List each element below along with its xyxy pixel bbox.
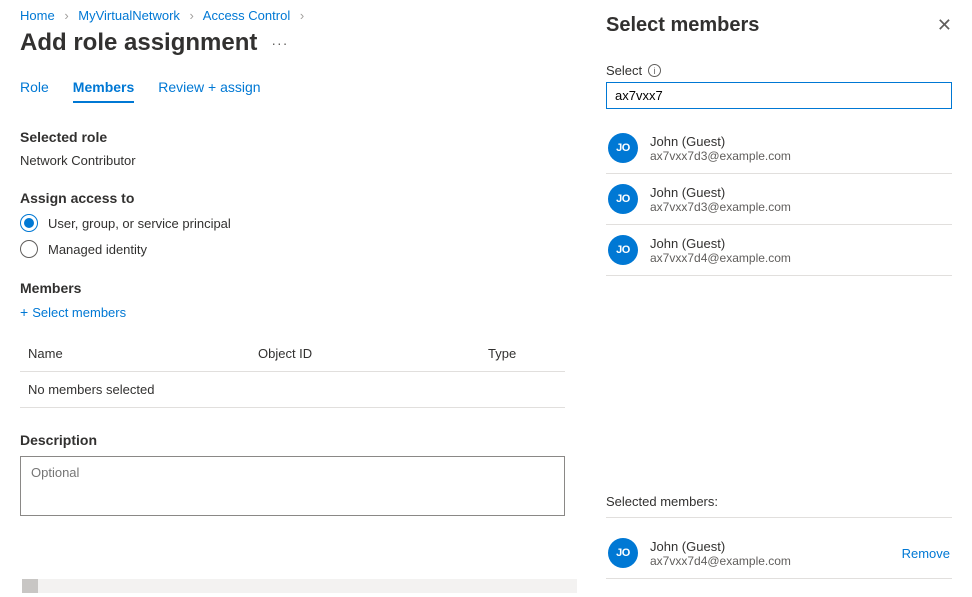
close-icon[interactable]: ✕	[937, 15, 952, 36]
panel-title: Select members	[606, 14, 759, 37]
remove-member-link[interactable]: Remove	[902, 546, 950, 561]
select-field-label: Select i	[606, 63, 952, 78]
page-title: Add role assignment	[20, 29, 257, 57]
tab-members[interactable]: Members	[73, 79, 134, 103]
tab-role[interactable]: Role	[20, 79, 49, 103]
result-name: John (Guest)	[650, 134, 791, 149]
selected-role-value: Network Contributor	[20, 153, 565, 168]
result-email: ax7vxx7d3@example.com	[650, 200, 791, 214]
tab-review[interactable]: Review + assign	[158, 79, 260, 103]
result-item[interactable]: JO John (Guest) ax7vxx7d3@example.com	[606, 174, 952, 225]
selected-member-row: JO John (Guest) ax7vxx7d4@example.com Re…	[606, 528, 952, 579]
radio-managed-identity[interactable]: Managed identity	[20, 240, 565, 258]
members-label: Members	[20, 280, 565, 296]
search-results: JO John (Guest) ax7vxx7d3@example.com JO…	[606, 123, 952, 276]
tabs: Role Members Review + assign	[20, 79, 565, 103]
chevron-right-icon: ›	[190, 8, 194, 23]
more-actions-icon[interactable]: ···	[271, 35, 288, 51]
plus-icon: +	[20, 304, 28, 320]
result-item[interactable]: JO John (Guest) ax7vxx7d4@example.com	[606, 225, 952, 276]
avatar: JO	[608, 235, 638, 265]
result-name: John (Guest)	[650, 185, 791, 200]
select-members-link[interactable]: + Select members	[20, 304, 126, 320]
radio-label: User, group, or service principal	[48, 216, 231, 231]
description-label: Description	[20, 432, 565, 448]
avatar: JO	[608, 184, 638, 214]
description-input[interactable]	[20, 456, 565, 516]
assign-access-label: Assign access to	[20, 190, 565, 206]
horizontal-scrollbar[interactable]	[22, 579, 577, 593]
selected-members-label: Selected members:	[606, 494, 952, 518]
breadcrumb-home[interactable]: Home	[20, 8, 55, 23]
member-search-input[interactable]	[606, 82, 952, 109]
scrollbar-thumb[interactable]	[22, 579, 38, 593]
breadcrumb-access-control[interactable]: Access Control	[203, 8, 290, 23]
selected-email: ax7vxx7d4@example.com	[650, 554, 902, 568]
select-members-panel: Select members ✕ Select i JO John (Guest…	[582, 0, 972, 597]
members-table-header: Name Object ID Type	[20, 338, 565, 372]
selected-role-label: Selected role	[20, 129, 565, 145]
avatar: JO	[608, 538, 638, 568]
breadcrumb: Home › MyVirtualNetwork › Access Control…	[20, 8, 565, 23]
breadcrumb-vnet[interactable]: MyVirtualNetwork	[78, 8, 180, 23]
avatar: JO	[608, 133, 638, 163]
radio-label: Managed identity	[48, 242, 147, 257]
radio-user-group-sp[interactable]: User, group, or service principal	[20, 214, 565, 232]
result-email: ax7vxx7d3@example.com	[650, 149, 791, 163]
info-icon[interactable]: i	[648, 64, 661, 77]
radio-icon	[20, 240, 38, 258]
chevron-right-icon: ›	[300, 8, 304, 23]
result-item[interactable]: JO John (Guest) ax7vxx7d3@example.com	[606, 123, 952, 174]
col-type: Type	[488, 346, 565, 361]
col-object-id: Object ID	[258, 346, 488, 361]
col-name: Name	[28, 346, 258, 361]
chevron-right-icon: ›	[64, 8, 68, 23]
selected-name: John (Guest)	[650, 539, 902, 554]
main-content: Home › MyVirtualNetwork › Access Control…	[0, 0, 585, 597]
result-name: John (Guest)	[650, 236, 791, 251]
result-email: ax7vxx7d4@example.com	[650, 251, 791, 265]
selected-members-section: Selected members: JO John (Guest) ax7vxx…	[606, 494, 952, 579]
radio-icon	[20, 214, 38, 232]
members-empty-row: No members selected	[20, 372, 565, 408]
